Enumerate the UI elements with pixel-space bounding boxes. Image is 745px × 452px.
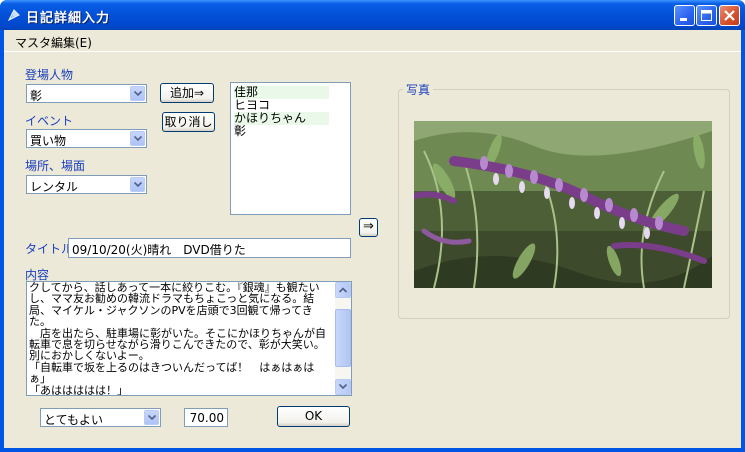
content-text: クしてから、話しあって一本に絞りこむ。『銀魂』も観たいし、ママ友お勧めの韓流ドラ… (29, 281, 326, 396)
minimize-icon (680, 18, 687, 21)
minimize-button[interactable] (674, 5, 695, 26)
title-bar[interactable]: 日記詳細入力 (0, 0, 745, 30)
title-label: タイトル (25, 242, 74, 256)
characters-list[interactable]: 佳那 ヒヨコ かほりちゃん 彰 (230, 82, 351, 215)
chevron-down-icon (339, 384, 347, 390)
scroll-down-button[interactable] (335, 379, 351, 395)
menu-master-edit[interactable]: マスタ編集(E) (15, 34, 92, 51)
event-select[interactable]: 買い物 (26, 129, 147, 148)
chevron-down-icon (134, 91, 142, 97)
dropdown-button[interactable] (130, 131, 145, 146)
list-item[interactable]: かほりちゃん (234, 112, 329, 125)
title-input-value: 09/10/20(火)晴れ DVD借りた (72, 243, 246, 257)
rating-select-value: とてもよい (44, 413, 104, 427)
menu-bar: マスタ編集(E) (4, 30, 741, 52)
chevron-up-icon (339, 287, 347, 293)
content-textarea[interactable]: クしてから、話しあって一本に絞りこむ。『銀魂』も観たいし、ママ友お勧めの韓流ドラ… (26, 281, 352, 396)
place-label: 場所、場面 (25, 159, 86, 173)
score-value: 70.00 (189, 411, 224, 425)
scroll-up-button[interactable] (335, 282, 351, 298)
ok-button[interactable]: OK (277, 406, 350, 427)
place-select[interactable]: レンタル (26, 175, 147, 194)
close-icon (724, 10, 735, 21)
chevron-down-icon (134, 182, 142, 188)
remove-character-button[interactable]: 取り消し (162, 112, 215, 132)
characters-select[interactable]: 彰 (26, 84, 147, 103)
application-window: 日記詳細入力 マスタ編集(E) 登場人物 彰 イベント 買い物 場所、場面 レン… (0, 0, 745, 452)
event-select-value: 買い物 (30, 134, 67, 148)
maximize-button[interactable] (696, 5, 717, 26)
window-title: 日記詳細入力 (26, 11, 111, 26)
add-character-button[interactable]: 追加⇒ (160, 83, 214, 103)
place-select-value: レンタル (30, 180, 79, 194)
event-label: イベント (25, 114, 74, 128)
maximize-icon (701, 10, 712, 21)
rating-select[interactable]: とてもよい (40, 408, 161, 427)
chevron-down-icon (148, 415, 156, 421)
list-item[interactable]: 彰 (234, 125, 329, 138)
dropdown-button[interactable] (130, 86, 145, 101)
dialog-body: マスタ編集(E) 登場人物 彰 イベント 買い物 場所、場面 レンタル 追加⇒ … (4, 30, 741, 448)
app-icon (7, 9, 20, 22)
photo-image (414, 121, 712, 288)
close-button[interactable] (719, 5, 740, 26)
characters-label: 登場人物 (25, 68, 74, 82)
photo-label: 写真 (403, 81, 434, 98)
content-scrollbar[interactable] (335, 282, 351, 395)
characters-select-value: 彰 (30, 89, 43, 103)
score-input[interactable]: 70.00 (184, 408, 228, 427)
scroll-thumb[interactable] (335, 309, 351, 367)
set-photo-button[interactable]: ⇒ (359, 218, 378, 237)
dropdown-button[interactable] (144, 410, 159, 425)
chevron-down-icon (134, 136, 142, 142)
title-input[interactable]: 09/10/20(火)晴れ DVD借りた (68, 238, 351, 258)
dropdown-button[interactable] (130, 177, 145, 192)
